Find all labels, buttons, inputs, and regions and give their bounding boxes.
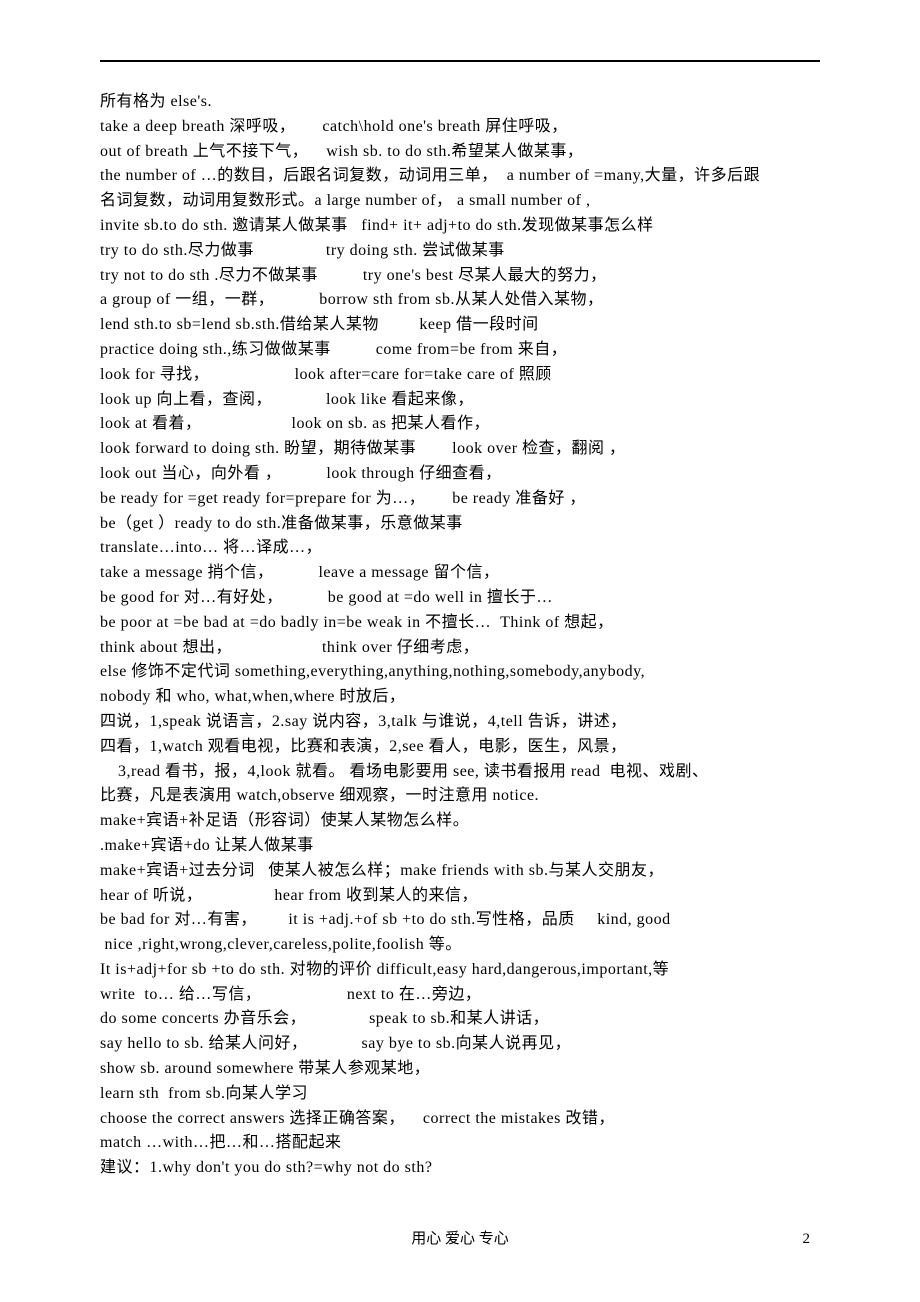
text-line: nice ,right,wrong,clever,careless,polite…	[100, 933, 820, 958]
text-line: be ready for =get ready for=prepare for …	[100, 487, 820, 512]
text-line: lend sth.to sb=lend sb.sth.借给某人某物 keep 借…	[100, 313, 820, 338]
text-line: translate…into… 将…译成…，	[100, 536, 820, 561]
text-line: make+宾语+过去分词 使某人被怎么样；make friends with s…	[100, 859, 820, 884]
text-line: hear of 听说， hear from 收到某人的来信，	[100, 884, 820, 909]
footer-center-text: 用心 爱心 专心	[411, 1227, 509, 1248]
text-line: take a message 捎个信， leave a message 留个信，	[100, 561, 820, 586]
text-line: 3,read 看书，报，4,look 就看。 看场电影要用 see, 读书看报用…	[100, 760, 820, 785]
text-line: else 修饰不定代词 something,everything,anythin…	[100, 660, 820, 685]
text-line: match …with…把…和…搭配起来	[100, 1131, 820, 1156]
text-line: take a deep breath 深呼吸， catch\hold one's…	[100, 115, 820, 140]
text-line: look forward to doing sth. 盼望，期待做某事 look…	[100, 437, 820, 462]
text-line: make+宾语+补足语（形容词）使某人某物怎么样。	[100, 809, 820, 834]
document-page: 所有格为 else's.take a deep breath 深呼吸， catc…	[0, 0, 920, 1288]
text-line: learn sth from sb.向某人学习	[100, 1082, 820, 1107]
text-line: be（get ）ready to do sth.准备做某事，乐意做某事	[100, 512, 820, 537]
text-line: .make+宾语+do 让某人做某事	[100, 834, 820, 859]
text-line: 建议：1.why don't you do sth?=why not do st…	[100, 1156, 820, 1181]
text-line: nobody 和 who, what,when,where 时放后，	[100, 685, 820, 710]
document-body: 所有格为 else's.take a deep breath 深呼吸， catc…	[100, 90, 820, 1181]
text-line: 四看，1,watch 观看电视，比赛和表演，2,see 看人，电影，医生，风景，	[100, 735, 820, 760]
text-line: 名词复数，动词用复数形式。a large number of， a small …	[100, 189, 820, 214]
text-line: invite sb.to do sth. 邀请某人做某事 find+ it+ a…	[100, 214, 820, 239]
text-line: look for 寻找， look after=care for=take ca…	[100, 363, 820, 388]
text-line: look at 看着， look on sb. as 把某人看作，	[100, 412, 820, 437]
text-line: out of breath 上气不接下气， wish sb. to do sth…	[100, 140, 820, 165]
text-line: do some concerts 办音乐会， speak to sb.和某人讲话…	[100, 1007, 820, 1032]
page-number: 2	[803, 1231, 811, 1248]
text-line: a group of 一组，一群， borrow sth from sb.从某人…	[100, 288, 820, 313]
text-line: think about 想出， think over 仔细考虑，	[100, 636, 820, 661]
text-line: It is+adj+for sb +to do sth. 对物的评价 diffi…	[100, 958, 820, 983]
text-line: choose the correct answers 选择正确答案， corre…	[100, 1107, 820, 1132]
text-line: the number of …的数目，后跟名词复数，动词用三单， a numbe…	[100, 164, 820, 189]
text-line: 所有格为 else's.	[100, 90, 820, 115]
text-line: say hello to sb. 给某人问好， say bye to sb.向某…	[100, 1032, 820, 1057]
text-line: write to… 给…写信， next to 在…旁边，	[100, 983, 820, 1008]
text-line: be bad for 对…有害， it is +adj.+of sb +to d…	[100, 908, 820, 933]
text-line: look up 向上看，查阅， look like 看起来像，	[100, 388, 820, 413]
page-footer: 用心 爱心 专心	[100, 1227, 820, 1248]
text-line: show sb. around somewhere 带某人参观某地，	[100, 1057, 820, 1082]
text-line: 比赛，凡是表演用 watch,observe 细观察，一时注意用 notice.	[100, 784, 820, 809]
top-horizontal-rule	[100, 60, 820, 62]
text-line: try not to do sth .尽力不做某事 try one's best…	[100, 264, 820, 289]
text-line: 四说，1,speak 说语言，2.say 说内容，3,talk 与谁说，4,te…	[100, 710, 820, 735]
text-line: look out 当心，向外看 ， look through 仔细查看，	[100, 462, 820, 487]
text-line: be poor at =be bad at =do badly in=be we…	[100, 611, 820, 636]
text-line: be good for 对…有好处， be good at =do well i…	[100, 586, 820, 611]
text-line: try to do sth.尽力做事 try doing sth. 尝试做某事	[100, 239, 820, 264]
text-line: practice doing sth.,练习做做某事 come from=be …	[100, 338, 820, 363]
